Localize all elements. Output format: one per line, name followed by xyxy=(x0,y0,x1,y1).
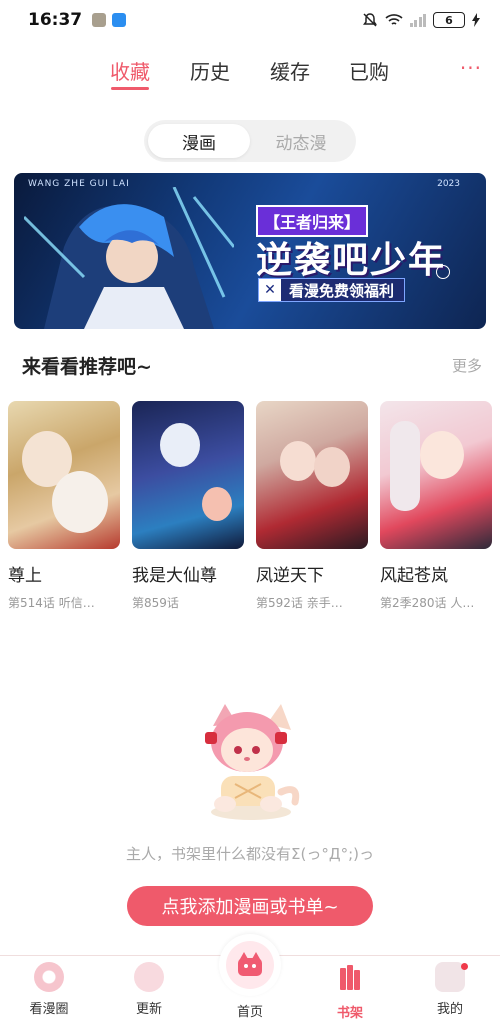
banner-year: 2023 xyxy=(437,179,460,189)
comic-title: 我是大仙尊 xyxy=(132,566,217,586)
comic-card[interactable]: 风起苍岚 第2季280话 人… xyxy=(380,401,492,611)
crosshair-icon xyxy=(436,265,450,279)
comic-latest-chapter: 第592话 亲手… xyxy=(256,596,343,610)
top-tabs: 收藏 历史 缓存 已购 ··· xyxy=(0,56,500,96)
comic-cover-image xyxy=(380,401,492,549)
close-x-icon: ✕ xyxy=(259,279,281,301)
recommend-title: 来看看推荐吧~ xyxy=(22,356,152,378)
tab-history[interactable]: 历史 xyxy=(190,56,230,85)
nav-item-profile[interactable]: 我的 xyxy=(410,962,490,1017)
nav-item-bookshelf[interactable]: 书架 xyxy=(310,962,390,1020)
more-options-icon[interactable]: ··· xyxy=(460,56,482,80)
comic-title: 凤逆天下 xyxy=(256,566,324,586)
segment-animated-comic[interactable]: 动态漫 xyxy=(250,124,352,158)
nav-label-home: 首页 xyxy=(236,1005,263,1020)
comic-latest-chapter: 第514话 听信… xyxy=(8,596,95,610)
notification-dot xyxy=(461,963,468,970)
nav-label: 书架 xyxy=(336,1006,363,1020)
tab-purchased[interactable]: 已购 xyxy=(349,56,389,85)
nav-item-updates[interactable]: 更新 xyxy=(109,962,189,1017)
bookshelf-icon xyxy=(340,965,360,990)
comic-title: 风起苍岚 xyxy=(380,566,448,586)
recommend-more-link[interactable]: 更多 xyxy=(452,355,482,376)
comic-cover-image xyxy=(8,401,120,549)
nav-label: 看漫圈 xyxy=(29,1002,69,1017)
nav-item-home[interactable] xyxy=(219,934,281,996)
active-tab-indicator xyxy=(111,87,149,90)
home-mascot-icon xyxy=(226,941,274,989)
nav-label: 更新 xyxy=(135,1002,162,1017)
comic-cover-image xyxy=(132,401,244,549)
donut-icon xyxy=(34,962,64,992)
status-right: 6 xyxy=(362,12,480,28)
paw-icon xyxy=(134,962,164,992)
tab-cache[interactable]: 缓存 xyxy=(270,56,310,85)
add-comic-button[interactable]: 点我添加漫画或书单~ xyxy=(127,886,373,926)
nav-item-community[interactable]: 看漫圈 xyxy=(9,962,89,1017)
empty-mascot-illustration xyxy=(205,704,300,820)
empty-shelf-message: 主人，书架里什么都没有Σ(っ°Д°;)っ xyxy=(126,845,374,863)
banner-subtitle-box: ✕ 看漫免费领福利 xyxy=(258,278,406,302)
comic-latest-chapter: 第2季280话 人… xyxy=(380,596,475,610)
comic-card[interactable]: 凤逆天下 第592话 亲手… xyxy=(256,401,368,611)
comic-cover-image xyxy=(256,401,368,549)
charging-icon xyxy=(472,13,480,27)
signal-icon xyxy=(409,13,426,27)
mute-icon xyxy=(362,13,377,27)
comic-card[interactable]: 尊上 第514话 听信… xyxy=(8,401,120,611)
cloud-icon xyxy=(112,13,127,27)
wifi-icon xyxy=(384,14,403,25)
status-bar: 16:37 6 xyxy=(0,0,500,40)
nav-label: 我的 xyxy=(436,1002,463,1017)
comic-card[interactable]: 我是大仙尊 第859话 xyxy=(132,401,244,611)
segment-comic[interactable]: 漫画 xyxy=(148,124,250,158)
banner-subtitle: 看漫免费领福利 xyxy=(289,281,395,300)
notification-app-icon xyxy=(92,13,107,27)
status-time: 16:37 xyxy=(28,10,83,30)
bottom-navigation: 看漫圈 更新 首页 书架 我的 xyxy=(0,934,500,1020)
comic-title: 尊上 xyxy=(8,566,42,586)
promo-banner[interactable]: WANG ZHE GUI LAI 2023 【王者归来】 逆袭吧少年 ✕ 看漫免… xyxy=(14,173,486,329)
tab-favorites[interactable]: 收藏 xyxy=(110,56,150,85)
banner-title: 逆袭吧少年 xyxy=(256,240,447,281)
comic-latest-chapter: 第859话 xyxy=(132,596,179,610)
content-type-switch: 漫画 动态漫 xyxy=(144,120,356,162)
recommend-header: 来看看推荐吧~ 更多 xyxy=(22,352,482,379)
banner-character-illustration xyxy=(24,187,234,329)
battery-icon: 6 xyxy=(433,12,465,28)
